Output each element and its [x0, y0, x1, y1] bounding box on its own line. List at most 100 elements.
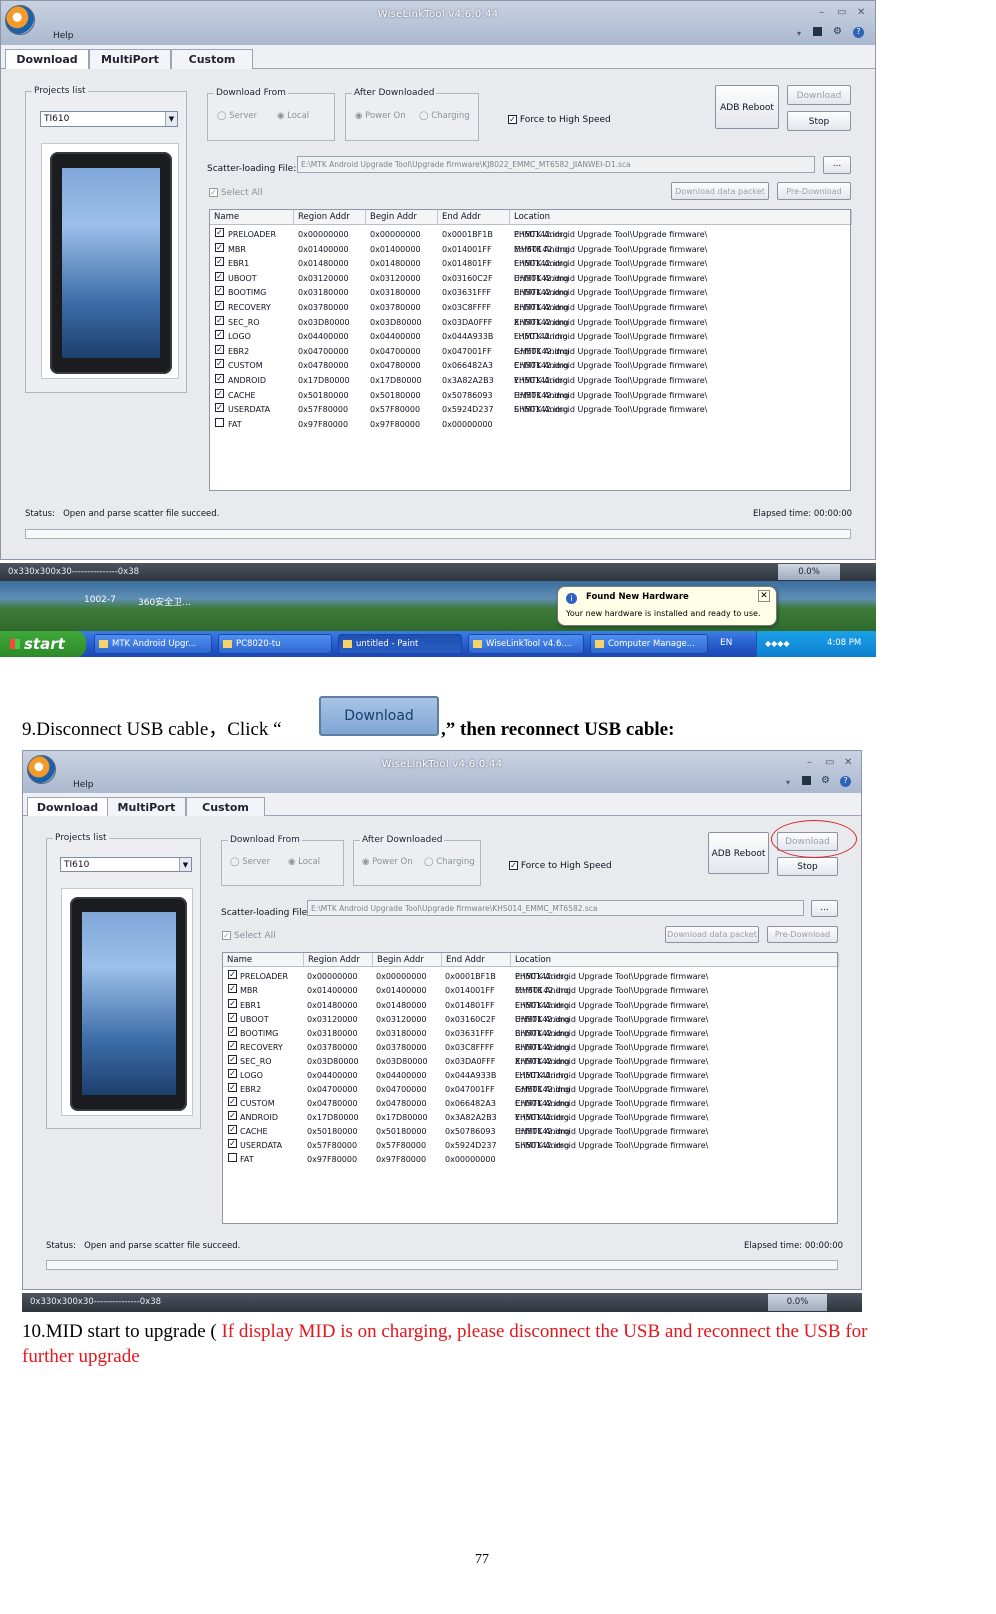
tab-download[interactable]: Download: [5, 49, 89, 69]
menu-help[interactable]: Help: [73, 780, 94, 790]
table-row[interactable]: ✓ ANDROID 0x17D80000 0x17D80000 0x3A82A2B3 E:…: [223, 1111, 837, 1125]
minimize-icon[interactable]: –: [807, 757, 812, 768]
table-row[interactable]: ✓ RECOVERY 0x03780000 0x03780000 0x03C8FFFF E…: [210, 301, 850, 315]
radio-local[interactable]: ◉ Local: [277, 111, 309, 121]
table-row[interactable]: ✓ EBR1 0x01480000 0x01480000 0x014801FF E:\MT…: [210, 257, 850, 271]
table-row[interactable]: ✓ USERDATA 0x57F80000 0x57F80000 0x5924D237 E…: [210, 403, 850, 417]
radio-charging[interactable]: ◯ Charging: [419, 111, 470, 121]
stop-button[interactable]: Stop: [787, 111, 851, 131]
table-row[interactable]: ✓ USERDATA 0x57F80000 0x57F80000 0x5924D237 E…: [223, 1139, 837, 1153]
tab-multiport[interactable]: MultiPort: [89, 49, 171, 69]
minimize-icon[interactable]: –: [819, 7, 824, 18]
table-row[interactable]: ✓ ANDROID 0x17D80000 0x17D80000 0x3A82A2B3 E:…: [210, 374, 850, 388]
menu-arrow-icon[interactable]: ▾: [786, 778, 790, 787]
menu-arrow-icon[interactable]: ▾: [797, 29, 801, 38]
tab-custom[interactable]: Custom: [186, 797, 265, 816]
settings-icon[interactable]: ⚙: [833, 26, 842, 37]
download-data-packet-button[interactable]: Download data packet: [671, 182, 769, 200]
taskbar-item[interactable]: WiseLinkTool v4.6....: [468, 634, 584, 654]
table-row[interactable]: ✓ BOOTIMG 0x03180000 0x03180000 0x03631FFF E:…: [210, 286, 850, 300]
help-icon[interactable]: ?: [853, 27, 864, 38]
force-high-speed-checkbox[interactable]: ✓ Force to High Speed: [508, 115, 611, 125]
adb-reboot-button[interactable]: ADB Reboot: [708, 832, 769, 874]
radio-power-on[interactable]: ◉ Power On: [362, 857, 413, 867]
clock[interactable]: 4:08 PM: [827, 638, 861, 648]
chevron-down-icon[interactable]: ▼: [165, 112, 177, 126]
tab-multiport[interactable]: MultiPort: [107, 797, 186, 816]
scatter-path-field[interactable]: E:\MTK Android Upgrade Tool\Upgrade firm…: [307, 900, 804, 916]
scatter-path-field[interactable]: E:\MTK Android Upgrade Tool\Upgrade firm…: [297, 156, 815, 173]
save-icon[interactable]: [813, 27, 822, 36]
start-button[interactable]: start: [0, 631, 86, 657]
force-high-speed-checkbox[interactable]: ✓ Force to High Speed: [509, 861, 612, 871]
settings-icon[interactable]: ⚙: [821, 775, 830, 786]
stop-button[interactable]: Stop: [777, 857, 838, 876]
download-data-packet-button[interactable]: Download data packet: [665, 926, 759, 943]
table-row[interactable]: FAT 0x97F80000 0x97F80000 0x00000000: [223, 1153, 837, 1167]
help-icon[interactable]: ?: [840, 776, 851, 787]
column-header[interactable]: Location: [510, 210, 852, 225]
column-header[interactable]: Region Addr: [304, 953, 373, 967]
close-icon[interactable]: ✕: [857, 7, 865, 18]
close-icon[interactable]: ✕: [844, 757, 852, 768]
table-row[interactable]: ✓ BOOTIMG 0x03180000 0x03180000 0x03631FFF E:…: [223, 1027, 837, 1041]
table-row[interactable]: ✓ UBOOT 0x03120000 0x03120000 0x03160C2F E:\M…: [223, 1013, 837, 1027]
table-row[interactable]: ✓ SEC_RO 0x03D80000 0x03D80000 0x03DA0FFF E:\…: [210, 316, 850, 330]
table-row[interactable]: ✓ LOGO 0x04400000 0x04400000 0x044A933B E:\MT…: [223, 1069, 837, 1083]
project-select[interactable]: TI610 ▼: [60, 857, 192, 872]
table-row[interactable]: ✓ MBR 0x01400000 0x01400000 0x014001FF E:\MTK…: [223, 984, 837, 998]
column-header[interactable]: Begin Addr: [366, 210, 438, 225]
tray-icons[interactable]: ◆◆◆◆: [765, 639, 790, 648]
adb-reboot-button[interactable]: ADB Reboot: [715, 85, 779, 129]
taskbar-item[interactable]: PC8020-tu: [218, 634, 332, 654]
table-row[interactable]: ✓ PRELOADER 0x00000000 0x00000000 0x0001BF1B…: [210, 228, 850, 242]
tab-custom[interactable]: Custom: [171, 49, 253, 69]
table-row[interactable]: ✓ CUSTOM 0x04780000 0x04780000 0x066482A3 E:\…: [210, 359, 850, 373]
radio-server[interactable]: ◯ Server: [230, 857, 270, 867]
save-icon[interactable]: [802, 776, 811, 785]
desktop-icon-label[interactable]: 360安全卫...: [138, 595, 191, 608]
table-row[interactable]: ✓ LOGO 0x04400000 0x04400000 0x044A933B E:\MT…: [210, 330, 850, 344]
table-row[interactable]: ✓ SEC_RO 0x03D80000 0x03D80000 0x03DA0FFF E:\…: [223, 1055, 837, 1069]
column-header[interactable]: End Addr: [442, 953, 511, 967]
taskbar-item[interactable]: untitled - Paint: [338, 634, 462, 654]
pre-download-button[interactable]: Pre-Download: [777, 182, 851, 200]
radio-server[interactable]: ◯ Server: [217, 111, 257, 121]
radio-local[interactable]: ◉ Local: [288, 857, 320, 867]
column-header[interactable]: Name: [210, 210, 294, 225]
radio-charging[interactable]: ◯ Charging: [424, 857, 475, 867]
project-select[interactable]: TI610 ▼: [40, 111, 178, 127]
column-header[interactable]: End Addr: [438, 210, 510, 225]
table-row[interactable]: ✓ PRELOADER 0x00000000 0x00000000 0x0001BF1B…: [223, 970, 837, 984]
radio-power-on[interactable]: ◉ Power On: [355, 111, 406, 121]
table-row[interactable]: ✓ CACHE 0x50180000 0x50180000 0x50786093 E:\M…: [223, 1125, 837, 1139]
maximize-icon[interactable]: ▭: [837, 7, 846, 18]
table-row[interactable]: ✓ CACHE 0x50180000 0x50180000 0x50786093 E:\M…: [210, 389, 850, 403]
table-row[interactable]: ✓ MBR 0x01400000 0x01400000 0x014001FF E:\MTK…: [210, 243, 850, 257]
chevron-down-icon[interactable]: ▼: [179, 858, 191, 871]
column-header[interactable]: Region Addr: [294, 210, 366, 225]
table-row[interactable]: ✓ RECOVERY 0x03780000 0x03780000 0x03C8FFFF E…: [223, 1041, 837, 1055]
browse-button[interactable]: ...: [811, 900, 838, 917]
tab-download[interactable]: Download: [27, 797, 108, 816]
download-button[interactable]: Download: [787, 85, 851, 105]
table-row[interactable]: ✓ EBR2 0x04700000 0x04700000 0x047001FF E:\MT…: [223, 1083, 837, 1097]
column-header[interactable]: Location: [511, 953, 839, 967]
maximize-icon[interactable]: ▭: [825, 757, 834, 768]
table-row[interactable]: ✓ CUSTOM 0x04780000 0x04780000 0x066482A3 E:\…: [223, 1097, 837, 1111]
column-header[interactable]: Begin Addr: [373, 953, 442, 967]
select-all-checkbox[interactable]: ✓ Select All: [209, 188, 263, 198]
column-header[interactable]: Name: [223, 953, 304, 967]
table-row[interactable]: ✓ EBR2 0x04700000 0x04700000 0x047001FF E:\MT…: [210, 345, 850, 359]
taskbar-item[interactable]: Computer Manage...: [590, 634, 708, 654]
desktop-icon-label[interactable]: 1002-7: [84, 595, 116, 605]
table-row[interactable]: ✓ EBR1 0x01480000 0x01480000 0x014801FF E:\MT…: [223, 999, 837, 1013]
taskbar-item[interactable]: MTK Android Upgr...: [94, 634, 212, 654]
close-icon[interactable]: ✕: [758, 590, 770, 602]
table-row[interactable]: FAT 0x97F80000 0x97F80000 0x00000000: [210, 418, 850, 432]
language-indicator[interactable]: EN: [720, 638, 732, 648]
select-all-checkbox[interactable]: ✓ Select All: [222, 931, 276, 941]
browse-button[interactable]: ...: [823, 156, 851, 174]
table-row[interactable]: ✓ UBOOT 0x03120000 0x03120000 0x03160C2F E:\M…: [210, 272, 850, 286]
pre-download-button[interactable]: Pre-Download: [767, 926, 838, 943]
